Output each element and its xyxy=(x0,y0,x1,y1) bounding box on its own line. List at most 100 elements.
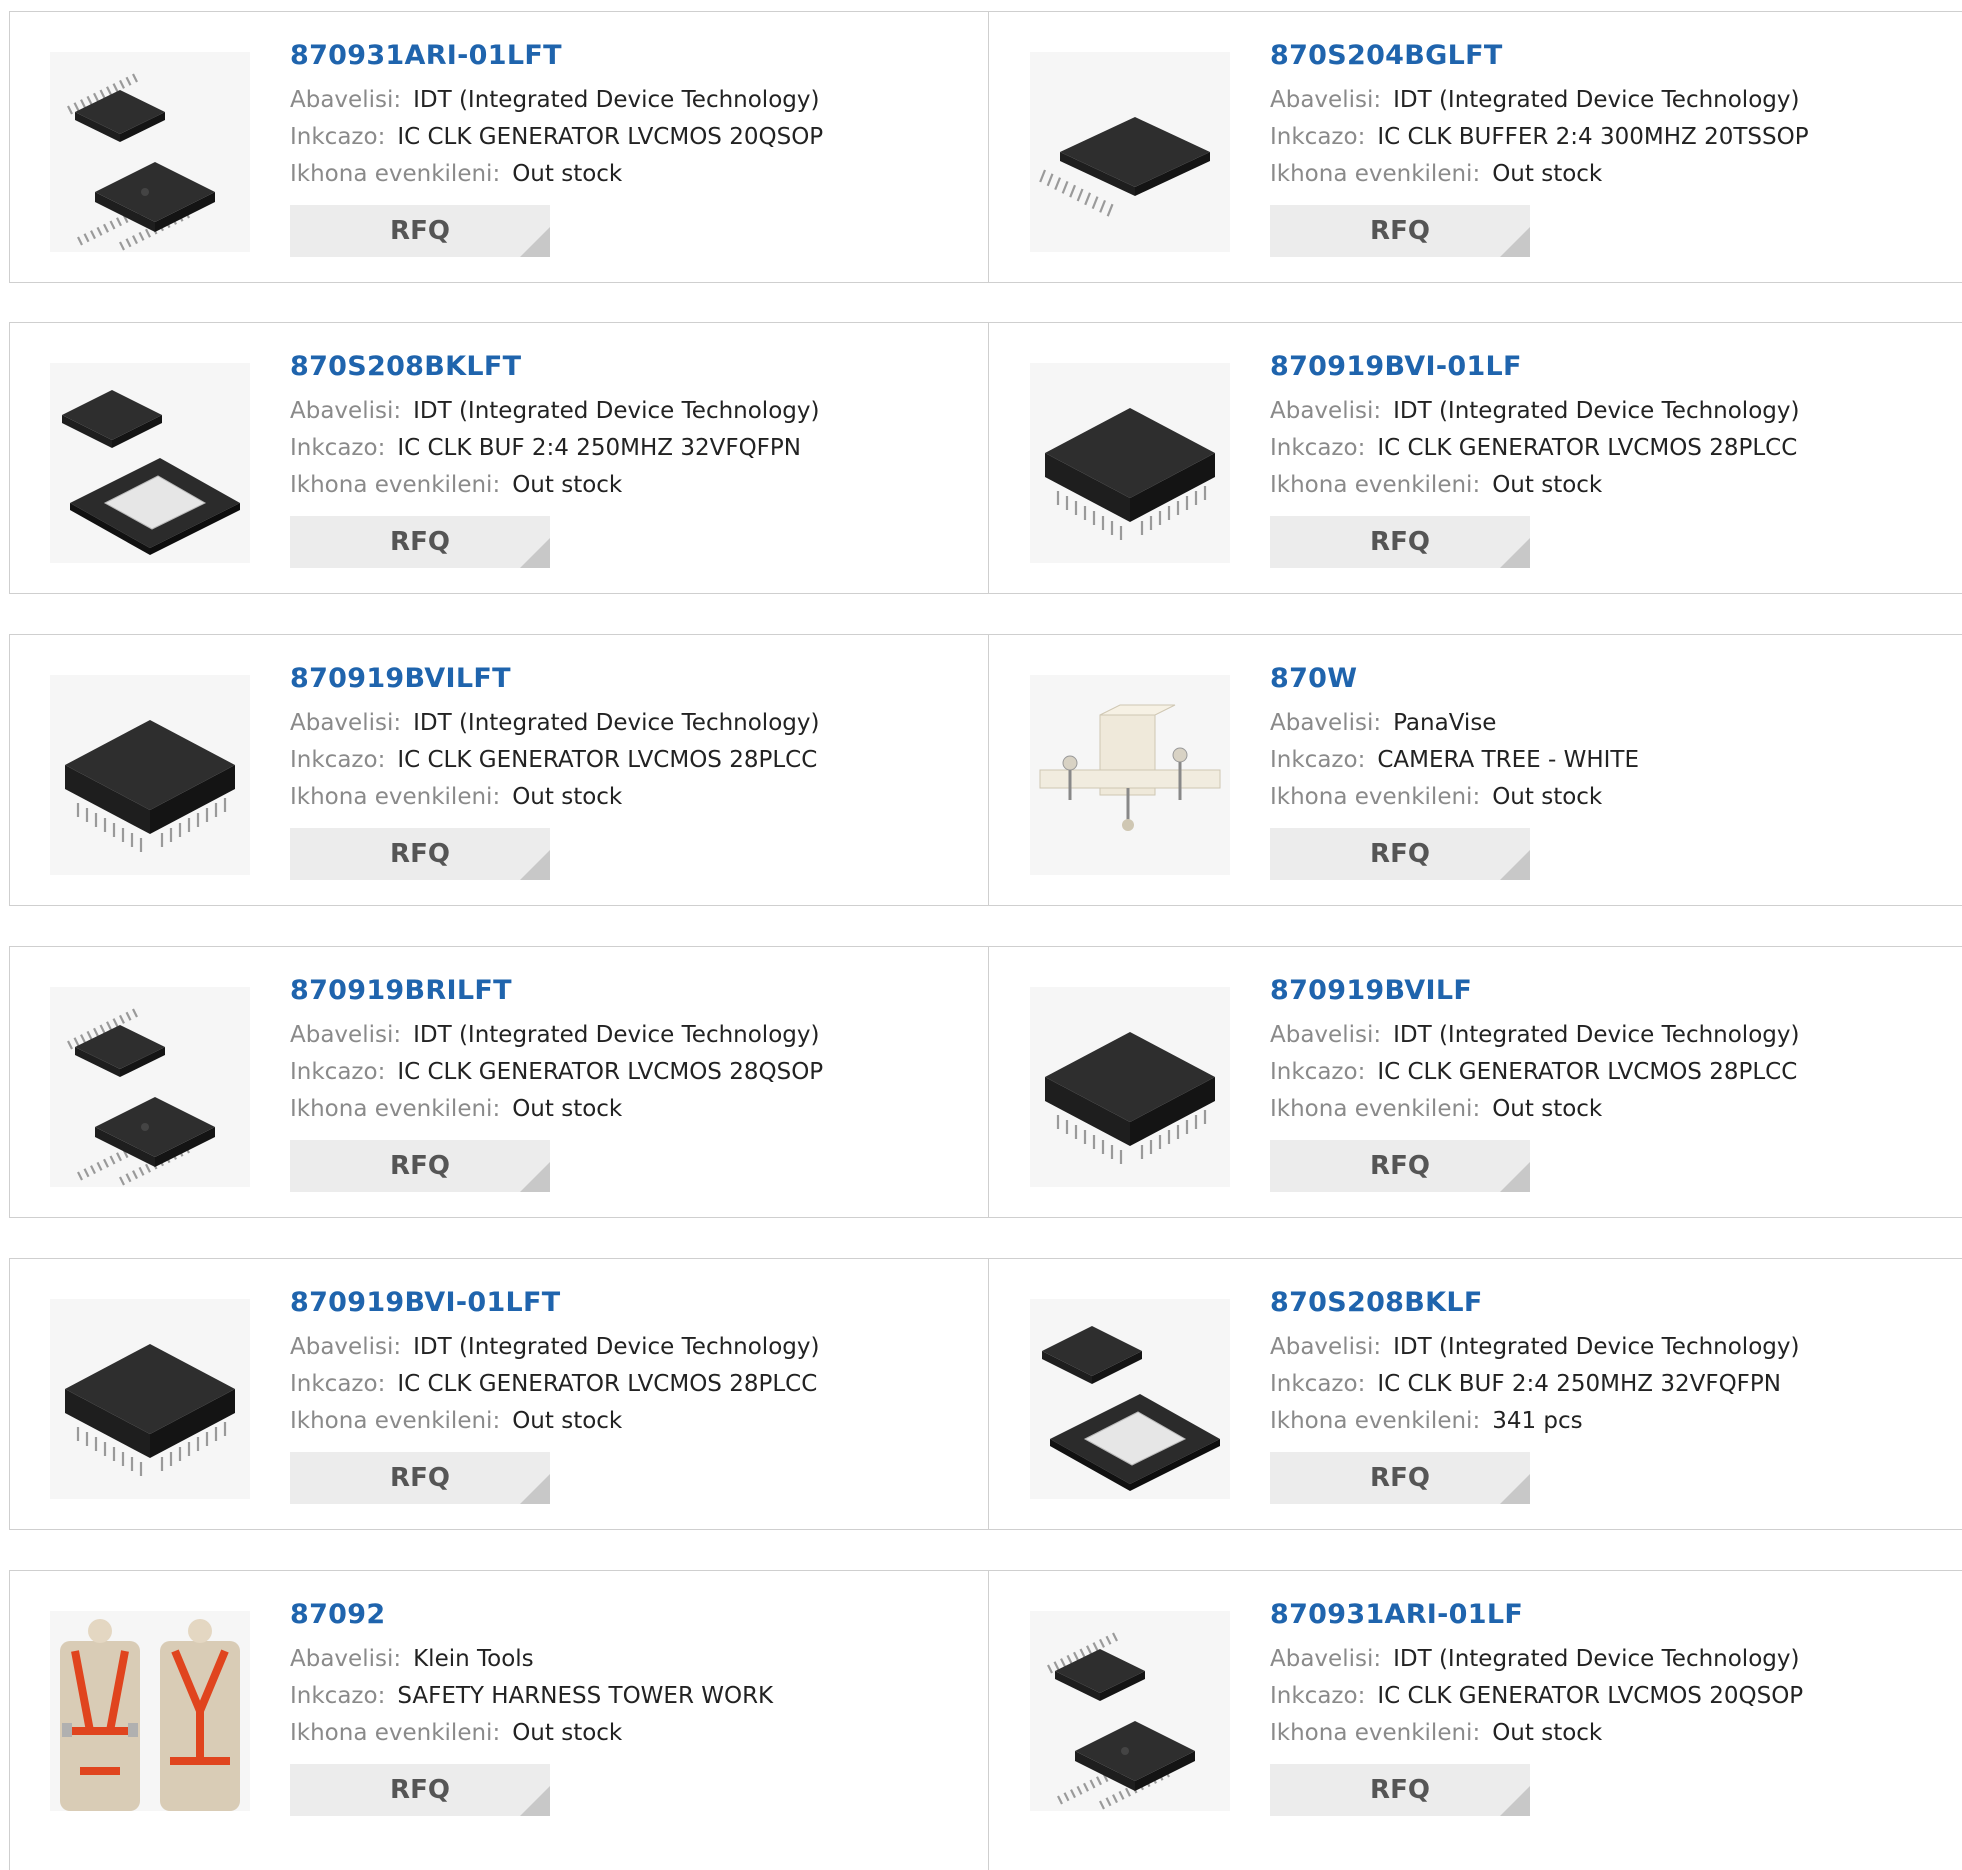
rfq-button[interactable]: RFQ xyxy=(290,205,550,257)
part-number-link[interactable]: 870931ARI-01LF xyxy=(1270,1597,1962,1641)
product-image[interactable] xyxy=(50,987,250,1187)
product-image[interactable] xyxy=(1030,1611,1230,1811)
manufacturer-value: IDT (Integrated Device Technology) xyxy=(413,87,820,113)
part-number-link[interactable]: 870919BVI-01LF xyxy=(1270,349,1962,393)
manufacturer-label: Abavelisi: xyxy=(290,710,402,736)
description-value: IC CLK GENERATOR LVCMOS 28QSOP xyxy=(397,1059,824,1085)
tssop-chip-icon xyxy=(1039,117,1210,217)
manufacturer-label: Abavelisi: xyxy=(1270,1334,1382,1360)
part-number-link[interactable]: 870919BVI-01LFT xyxy=(290,1285,988,1329)
rfq-button[interactable]: RFQ xyxy=(1270,1140,1530,1192)
product-image[interactable] xyxy=(50,52,250,252)
manufacturer-label: Abavelisi: xyxy=(1270,1646,1382,1672)
description-value: IC CLK GENERATOR LVCMOS 20QSOP xyxy=(397,124,824,150)
part-number-link[interactable]: 870919BVILF xyxy=(1270,973,1962,1017)
part-number-link[interactable]: 870S208BKLF xyxy=(1270,1285,1962,1329)
plcc-chip-icon xyxy=(1045,408,1215,540)
rfq-button[interactable]: RFQ xyxy=(290,1140,550,1192)
description-value: IC CLK GENERATOR LVCMOS 28PLCC xyxy=(397,747,818,773)
stock-label: Ikhona evenkileni: xyxy=(1270,1096,1481,1122)
qsop-chip-icon xyxy=(67,73,215,251)
stock-value: Out stock xyxy=(512,472,623,498)
stock-value: Out stock xyxy=(512,161,623,187)
corner-triangle-icon xyxy=(1500,1786,1530,1816)
manufacturer-value: PanaVise xyxy=(1393,710,1497,736)
stock-value: Out stock xyxy=(512,1720,623,1746)
corner-triangle-icon xyxy=(520,227,550,257)
rfq-button-label: RFQ xyxy=(390,1463,450,1493)
rfq-button[interactable]: RFQ xyxy=(1270,516,1530,568)
product-image[interactable] xyxy=(1030,1299,1230,1499)
rfq-button[interactable]: RFQ xyxy=(1270,1452,1530,1504)
description-label: Inkcazo: xyxy=(290,1683,386,1709)
manufacturer-value: IDT (Integrated Device Technology) xyxy=(413,1022,820,1048)
manufacturer-label: Abavelisi: xyxy=(290,1646,402,1672)
description-value: IC CLK GENERATOR LVCMOS 28PLCC xyxy=(397,1371,818,1397)
corner-triangle-icon xyxy=(520,1474,550,1504)
rfq-button[interactable]: RFQ xyxy=(290,828,550,880)
product-card: 870931ARI-01LF Abavelisi: IDT (Integrated… xyxy=(988,1571,1962,1870)
stock-value: Out stock xyxy=(512,1408,623,1434)
part-number-link[interactable]: 870S204BGLFT xyxy=(1270,38,1962,82)
manufacturer-value: IDT (Integrated Device Technology) xyxy=(413,1334,820,1360)
stock-label: Ikhona evenkileni: xyxy=(290,472,501,498)
rfq-button-label: RFQ xyxy=(390,1775,450,1805)
description-value: CAMERA TREE - WHITE xyxy=(1377,747,1640,773)
part-number-link[interactable]: 87092 xyxy=(290,1597,988,1641)
product-image[interactable] xyxy=(50,675,250,875)
rfq-button[interactable]: RFQ xyxy=(1270,205,1530,257)
rfq-button-label: RFQ xyxy=(390,839,450,869)
corner-triangle-icon xyxy=(1500,850,1530,880)
stock-label: Ikhona evenkileni: xyxy=(1270,1720,1481,1746)
manufacturer-label: Abavelisi: xyxy=(290,1022,402,1048)
stock-value: Out stock xyxy=(1492,161,1603,187)
manufacturer-value: IDT (Integrated Device Technology) xyxy=(413,710,820,736)
rfq-button[interactable]: RFQ xyxy=(290,1452,550,1504)
rfq-button-label: RFQ xyxy=(1370,1151,1430,1181)
manufacturer-value: Klein Tools xyxy=(413,1646,534,1672)
rfq-button-label: RFQ xyxy=(1370,1775,1430,1805)
part-number-link[interactable]: 870W xyxy=(1270,661,1962,705)
qfn-chip-icon xyxy=(1042,1326,1220,1491)
product-image[interactable] xyxy=(50,1611,250,1811)
corner-triangle-icon xyxy=(520,850,550,880)
manufacturer-label: Abavelisi: xyxy=(1270,398,1382,424)
rfq-button-label: RFQ xyxy=(1370,527,1430,557)
part-number-link[interactable]: 870919BVILFT xyxy=(290,661,988,705)
corner-triangle-icon xyxy=(1500,1162,1530,1192)
stock-label: Ikhona evenkileni: xyxy=(290,784,501,810)
stock-value: Out stock xyxy=(1492,1720,1603,1746)
description-value: IC CLK BUF 2:4 250MHZ 32VFQFPN xyxy=(397,435,801,461)
part-number-link[interactable]: 870S208BKLFT xyxy=(290,349,988,393)
product-image[interactable] xyxy=(1030,52,1230,252)
corner-triangle-icon xyxy=(520,538,550,568)
stock-label: Ikhona evenkileni: xyxy=(1270,784,1481,810)
corner-triangle-icon xyxy=(520,1786,550,1816)
product-row: 870931ARI-01LFT Abavelisi: IDT (Integrate… xyxy=(9,11,1962,283)
stock-value: Out stock xyxy=(512,784,623,810)
manufacturer-value: IDT (Integrated Device Technology) xyxy=(413,398,820,424)
stock-label: Ikhona evenkileni: xyxy=(1270,472,1481,498)
product-row: 870S208BKLFT Abavelisi: IDT (Integrated D… xyxy=(9,322,1962,594)
stock-value: 341 pcs xyxy=(1492,1408,1583,1434)
product-grid: 870931ARI-01LFT Abavelisi: IDT (Integrate… xyxy=(0,0,1962,1870)
manufacturer-label: Abavelisi: xyxy=(290,1334,402,1360)
rfq-button[interactable]: RFQ xyxy=(1270,1764,1530,1816)
product-image[interactable] xyxy=(1030,987,1230,1187)
product-card: 870S208BKLF Abavelisi: IDT (Integrated De… xyxy=(988,1259,1962,1529)
part-number-link[interactable]: 870919BRILFT xyxy=(290,973,988,1017)
product-image[interactable] xyxy=(1030,675,1230,875)
description-label: Inkcazo: xyxy=(1270,124,1366,150)
description-label: Inkcazo: xyxy=(1270,435,1366,461)
product-image[interactable] xyxy=(1030,363,1230,563)
description-label: Inkcazo: xyxy=(1270,1683,1366,1709)
rfq-button[interactable]: RFQ xyxy=(1270,828,1530,880)
stock-label: Ikhona evenkileni: xyxy=(290,1096,501,1122)
product-image[interactable] xyxy=(50,1299,250,1499)
part-number-link[interactable]: 870931ARI-01LFT xyxy=(290,38,988,82)
product-image[interactable] xyxy=(50,363,250,563)
plcc-chip-icon xyxy=(1045,1032,1215,1164)
rfq-button-label: RFQ xyxy=(1370,839,1430,869)
rfq-button[interactable]: RFQ xyxy=(290,516,550,568)
rfq-button[interactable]: RFQ xyxy=(290,1764,550,1816)
